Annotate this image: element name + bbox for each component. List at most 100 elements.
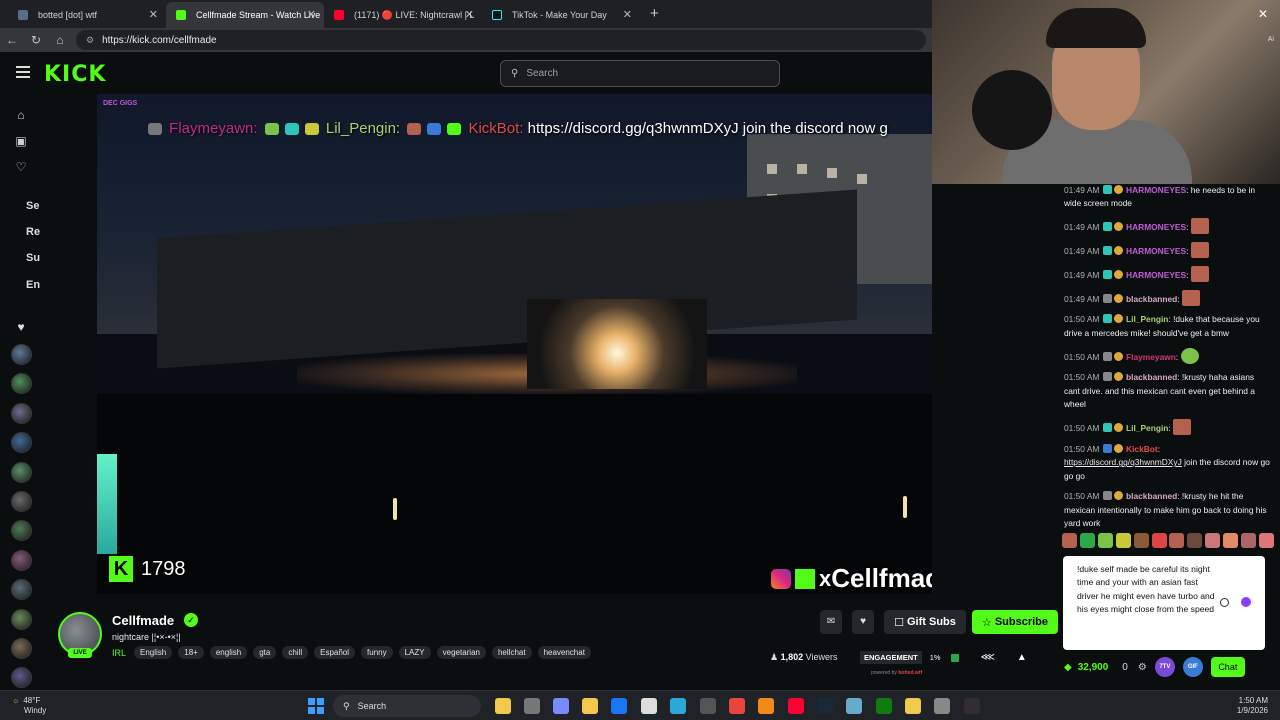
stream-tag[interactable]: gta: [253, 646, 277, 659]
browser-tab-kick[interactable]: Cellfmade Stream - Watch Live ✕: [166, 2, 324, 28]
emoji-icon[interactable]: [1220, 598, 1229, 607]
taskbar-search[interactable]: ⚲ Search: [333, 695, 481, 717]
new-tab-button[interactable]: +: [650, 5, 659, 22]
quick-emote[interactable]: [1241, 533, 1257, 548]
followed-channel-avatar[interactable]: [11, 549, 32, 571]
quick-emote[interactable]: [1223, 533, 1239, 548]
url-bar[interactable]: ⚙ https://kick.com/cellfmade: [76, 30, 926, 50]
stream-tag[interactable]: funny: [361, 646, 393, 659]
followed-channel-avatar[interactable]: [11, 638, 32, 659]
site-info-icon[interactable]: ⚙: [86, 35, 94, 46]
subscribe-button[interactable]: ☆ Subscribe: [971, 610, 1058, 634]
message-username[interactable]: HARMONEYES: [1126, 185, 1186, 195]
video-player[interactable]: DEC GIGS Flaymeyawn: Lil_Pengin: KickBot…: [97, 94, 932, 594]
browser-tab-botted[interactable]: botted [dot] wtf ✕: [8, 2, 166, 28]
reload-icon[interactable]: ↻: [24, 33, 48, 47]
follow-heart-icon[interactable]: ♥: [852, 610, 875, 634]
share-icon[interactable]: ⋘: [981, 652, 995, 663]
quick-emote[interactable]: [1079, 533, 1095, 548]
followed-channel-avatar[interactable]: [11, 373, 32, 395]
gear-icon[interactable]: ⚙: [1138, 662, 1147, 673]
followed-channel-avatar[interactable]: [11, 402, 32, 424]
following-heart-icon[interactable]: ♡: [14, 160, 28, 174]
followed-channel-avatar[interactable]: [11, 579, 32, 601]
sidebar-section-label[interactable]: Re: [26, 226, 40, 238]
gift-subs-button[interactable]: ☐ Gift Subs: [884, 610, 966, 634]
browse-icon[interactable]: ▣: [14, 134, 28, 148]
category-link[interactable]: IRL: [112, 648, 126, 658]
seventv-button[interactable]: 7TV: [1154, 657, 1175, 677]
back-arrow-icon[interactable]: ←: [0, 33, 24, 47]
close-icon[interactable]: ✕: [465, 8, 474, 21]
stream-tag[interactable]: 18+: [178, 646, 204, 659]
app-icon[interactable]: [846, 698, 862, 714]
youtube-icon[interactable]: [788, 698, 804, 714]
notification-bell-icon[interactable]: ✉: [820, 610, 843, 634]
home-icon[interactable]: ⌂: [48, 33, 72, 47]
message-username[interactable]: Flaymeyawn: [1126, 352, 1176, 362]
quick-emote[interactable]: [1133, 533, 1149, 548]
quick-emote[interactable]: [1169, 533, 1185, 548]
message-username[interactable]: blackbanned: [1126, 491, 1177, 501]
close-icon[interactable]: ✕: [307, 8, 316, 21]
amazon-icon[interactable]: [641, 698, 657, 714]
message-username[interactable]: HARMONEYES: [1126, 270, 1186, 280]
notes-icon[interactable]: [905, 698, 921, 714]
message-username[interactable]: blackbanned: [1126, 372, 1177, 382]
task-view-icon[interactable]: [524, 698, 540, 714]
sidebar-section-label[interactable]: Su: [26, 252, 40, 264]
stream-tag[interactable]: heavenchat: [537, 646, 591, 659]
file-explorer-icon[interactable]: [495, 698, 511, 714]
message-username[interactable]: Lil_Pengin: [1126, 314, 1168, 324]
quick-emote[interactable]: [1205, 533, 1221, 548]
calculator-icon[interactable]: [700, 698, 716, 714]
vlc-icon[interactable]: [758, 698, 774, 714]
message-username[interactable]: KickBot: [1126, 444, 1158, 454]
xbox-icon[interactable]: [876, 698, 892, 714]
followed-channel-avatar[interactable]: [11, 344, 32, 365]
home-icon[interactable]: ⌂: [14, 108, 28, 122]
quick-emote[interactable]: [1115, 533, 1131, 548]
chat-input[interactable]: !duke self made be careful its night tim…: [1063, 556, 1265, 650]
emote-picker-icon[interactable]: [1241, 597, 1251, 607]
stream-tag[interactable]: English: [134, 646, 173, 659]
edge-icon[interactable]: [670, 698, 686, 714]
send-chat-button[interactable]: Chat: [1210, 657, 1245, 677]
message-username[interactable]: blackbanned: [1126, 294, 1177, 304]
message-username[interactable]: HARMONEYES: [1126, 222, 1186, 232]
message-link[interactable]: https://discord.gg/q3hwnmDXyJ: [1064, 457, 1182, 467]
steam-icon[interactable]: [817, 698, 833, 714]
quick-emote[interactable]: [1151, 533, 1167, 548]
followed-channel-avatar[interactable]: [11, 461, 32, 483]
browser-tab-tiktok[interactable]: TikTok - Make Your Day ✕: [482, 2, 640, 28]
system-clock[interactable]: 1:50 AM 1/9/2026: [1237, 696, 1268, 716]
followed-channel-avatar[interactable]: [11, 608, 32, 630]
close-icon[interactable]: ✕: [623, 8, 632, 21]
kick-logo[interactable]: KICK: [44, 62, 106, 87]
sidebar-section-label[interactable]: Se: [26, 200, 39, 212]
weather-widget[interactable]: ☼ 48°F Windy: [12, 696, 46, 716]
quick-emote[interactable]: [1097, 533, 1113, 548]
followed-channel-avatar[interactable]: [11, 667, 32, 689]
stream-tag[interactable]: chill: [282, 646, 309, 659]
quick-emote[interactable]: [1187, 533, 1203, 548]
gif-button[interactable]: GIF: [1182, 657, 1203, 677]
folder-icon[interactable]: [582, 698, 598, 714]
browser-tab-youtube[interactable]: (1171) 🔴 LIVE: Nightcrawl | L ✕: [324, 2, 482, 28]
followed-channel-avatar[interactable]: [11, 491, 32, 512]
chrome-icon[interactable]: [729, 698, 745, 714]
stream-tag[interactable]: Español: [314, 646, 356, 659]
message-username[interactable]: Lil_Pengin: [1126, 423, 1168, 433]
stream-tag[interactable]: vegetarian: [436, 646, 486, 659]
windows-start-icon[interactable]: [308, 698, 324, 714]
close-icon[interactable]: ✕: [149, 8, 158, 21]
obs-icon[interactable]: [964, 698, 980, 714]
stream-tag[interactable]: english: [209, 646, 248, 659]
copilot-icon[interactable]: [553, 698, 569, 714]
followed-channel-avatar[interactable]: [11, 432, 32, 454]
stream-tag[interactable]: hellchat: [491, 646, 532, 659]
search-input[interactable]: ⚲ Search: [500, 60, 780, 87]
channel-points[interactable]: 32,900: [1078, 662, 1109, 673]
menu-icon[interactable]: [16, 66, 30, 81]
facebook-icon[interactable]: [611, 698, 627, 714]
